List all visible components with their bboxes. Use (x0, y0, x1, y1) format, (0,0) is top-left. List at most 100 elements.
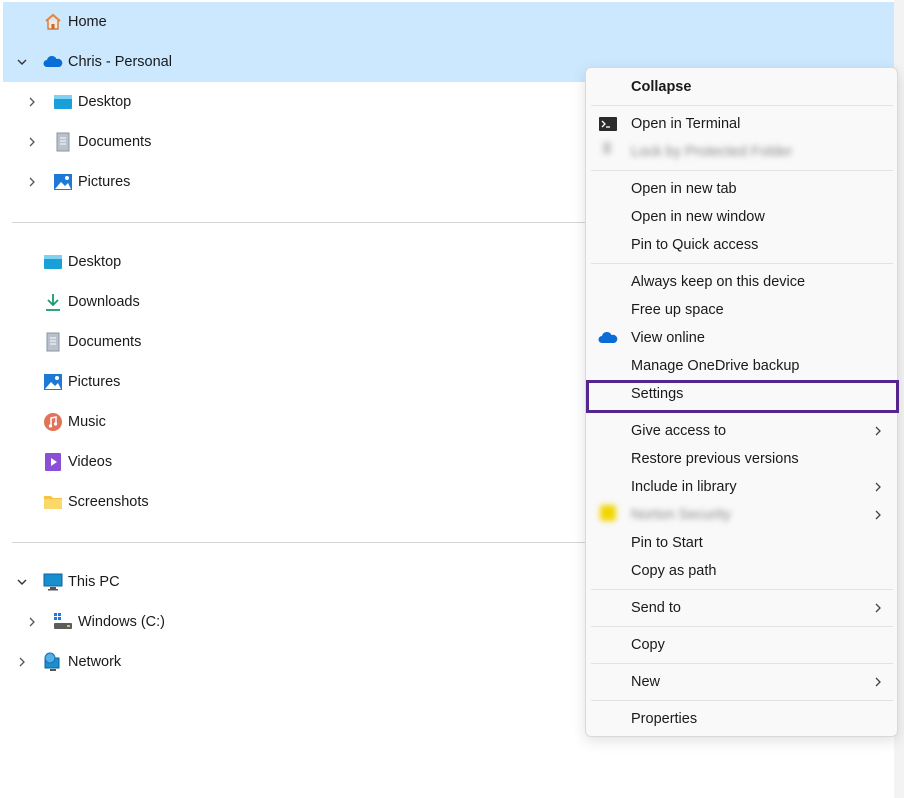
menu-label-new: New (631, 674, 661, 690)
menu-label-pin-start: Pin to Start (631, 535, 703, 551)
menu-item-lock-folder[interactable]: Lock by Protected Folder (591, 138, 893, 166)
menu-separator (591, 626, 893, 627)
chevron-right-icon[interactable] (14, 654, 30, 670)
nav-label-screenshots: Screenshots (68, 494, 149, 510)
menu-separator (591, 700, 893, 701)
menu-separator (591, 170, 893, 171)
pictures-icon (44, 374, 62, 390)
menu-separator (591, 263, 893, 264)
menu-label-give-access: Give access to (631, 423, 727, 439)
menu-label-include-library: Include in library (631, 479, 737, 495)
menu-label-send-to: Send to (631, 600, 681, 616)
menu-label-restore-versions: Restore previous versions (631, 451, 799, 467)
menu-label-copy-path: Copy as path (631, 563, 717, 579)
music-note-icon (44, 413, 62, 431)
menu-item-open-terminal[interactable]: Open in Terminal (591, 110, 893, 138)
chevron-right-icon (875, 482, 881, 492)
nav-label-od-documents: Documents (78, 134, 152, 150)
chevron-right-icon[interactable] (24, 94, 40, 110)
folder-icon (44, 496, 62, 509)
onedrive-cloud-icon (598, 331, 618, 343)
nav-label-this-pc: This PC (68, 574, 120, 590)
drive-icon (54, 613, 72, 629)
menu-label-free-up-space: Free up space (631, 302, 724, 318)
network-icon (44, 652, 60, 671)
menu-item-pin-start[interactable]: Pin to Start (591, 529, 893, 557)
lock-icon (603, 142, 611, 154)
chevron-right-icon (875, 426, 881, 436)
menu-item-view-online[interactable]: View online (591, 324, 893, 352)
chevron-down-icon[interactable] (14, 54, 30, 70)
menu-item-include-library[interactable]: Include in library (591, 473, 893, 501)
menu-item-settings[interactable]: Settings (591, 380, 893, 408)
menu-label-open-terminal: Open in Terminal (631, 116, 741, 132)
menu-label-pin-quick-access: Pin to Quick access (631, 237, 759, 253)
menu-item-collapse[interactable]: Collapse (591, 73, 893, 101)
nav-label-network: Network (68, 654, 122, 670)
chevron-right-icon[interactable] (24, 614, 40, 630)
nav-item-home[interactable]: Home (3, 2, 894, 42)
menu-item-new[interactable]: New (591, 668, 893, 696)
documents-icon (46, 332, 60, 352)
onedrive-cloud-icon (43, 55, 63, 67)
menu-item-manage-backup[interactable]: Manage OneDrive backup (591, 352, 893, 380)
menu-item-restore-versions[interactable]: Restore previous versions (591, 445, 893, 473)
menu-label-norton: Norton Security (631, 507, 731, 523)
menu-item-pin-quick-access[interactable]: Pin to Quick access (591, 231, 893, 259)
norton-shield-icon (600, 505, 616, 521)
menu-separator (591, 663, 893, 664)
nav-divider (12, 542, 586, 543)
menu-label-always-keep: Always keep on this device (631, 274, 806, 290)
menu-label-open-new-tab: Open in new tab (631, 181, 737, 197)
nav-label-od-desktop: Desktop (78, 94, 132, 110)
menu-label-collapse: Collapse (631, 79, 692, 95)
chevron-right-icon[interactable] (24, 174, 40, 190)
chevron-right-icon (875, 677, 881, 687)
menu-label-view-online: View online (631, 330, 705, 346)
menu-separator (591, 589, 893, 590)
menu-item-copy[interactable]: Copy (591, 631, 893, 659)
chevron-right-icon (875, 510, 881, 520)
menu-item-always-keep[interactable]: Always keep on this device (591, 268, 893, 296)
video-icon (45, 453, 61, 471)
menu-label-properties: Properties (631, 711, 698, 727)
menu-label-manage-backup: Manage OneDrive backup (631, 358, 800, 374)
menu-item-give-access[interactable]: Give access to (591, 417, 893, 445)
nav-label-od-pictures: Pictures (78, 174, 131, 190)
chevron-right-icon (875, 603, 881, 613)
menu-item-send-to[interactable]: Send to (591, 594, 893, 622)
download-arrow-icon (46, 294, 60, 311)
nav-label-downloads: Downloads (68, 294, 140, 310)
nav-label-pictures: Pictures (68, 374, 121, 390)
nav-label-documents: Documents (68, 334, 142, 350)
menu-item-open-new-window[interactable]: Open in new window (591, 203, 893, 231)
menu-label-copy: Copy (631, 637, 665, 653)
documents-icon (56, 132, 70, 152)
menu-item-copy-path[interactable]: Copy as path (591, 557, 893, 585)
nav-label-drive-c: Windows (C:) (78, 614, 166, 630)
nav-label-videos: Videos (68, 454, 113, 470)
pictures-icon (54, 174, 72, 190)
computer-monitor-icon (43, 573, 63, 591)
terminal-icon (599, 117, 617, 131)
menu-label-lock-folder: Lock by Protected Folder (631, 144, 793, 160)
chevron-down-icon[interactable] (14, 574, 30, 590)
home-icon (45, 13, 61, 30)
menu-label-open-new-window: Open in new window (631, 209, 765, 225)
nav-divider (12, 222, 586, 223)
menu-separator (591, 105, 893, 106)
menu-item-norton[interactable]: Norton Security (591, 501, 893, 529)
desktop-folder-icon (44, 255, 62, 269)
menu-separator (591, 412, 893, 413)
nav-label-home: Home (68, 14, 107, 30)
menu-item-free-up-space[interactable]: Free up space (591, 296, 893, 324)
chevron-right-icon[interactable] (24, 134, 40, 150)
desktop-folder-icon (54, 95, 72, 109)
menu-item-open-new-tab[interactable]: Open in new tab (591, 175, 893, 203)
nav-label-desktop: Desktop (68, 254, 122, 270)
menu-item-properties[interactable]: Properties (591, 705, 893, 733)
context-menu: Collapse Open in Terminal Lock by Protec… (585, 67, 898, 737)
nav-label-onedrive: Chris - Personal (68, 54, 172, 70)
nav-label-music: Music (68, 414, 106, 430)
menu-label-settings: Settings (631, 386, 684, 402)
